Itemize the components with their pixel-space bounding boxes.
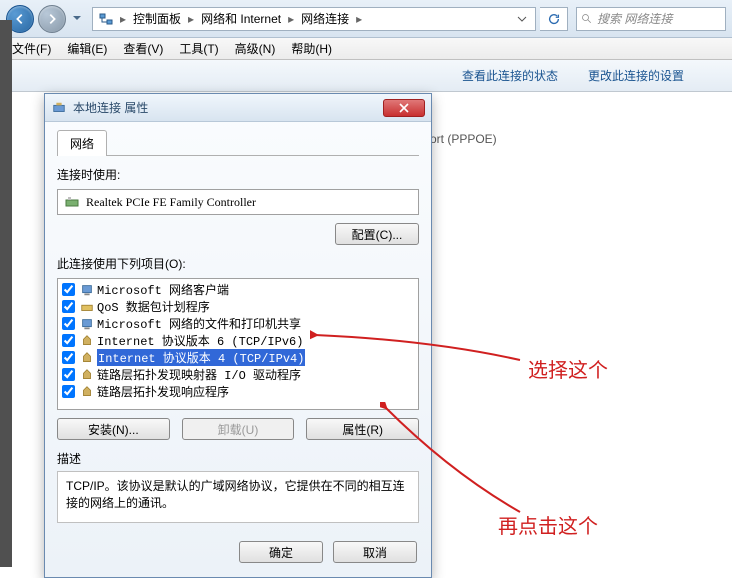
list-checkbox[interactable]: [62, 283, 75, 296]
list-item[interactable]: Internet 协议版本 4 (TCP/IPv4): [58, 349, 418, 366]
close-button[interactable]: [383, 99, 425, 117]
menu-tools[interactable]: 工具(T): [171, 38, 226, 59]
breadcrumb-segment[interactable]: 控制面板: [129, 8, 185, 30]
search-input[interactable]: 搜索 网络连接: [576, 7, 726, 31]
refresh-button[interactable]: [540, 7, 568, 31]
list-item[interactable]: Microsoft 网络客户端: [58, 281, 418, 298]
adapter-field: Realtek PCIe FE Family Controller: [57, 189, 419, 215]
protocol-icon: [79, 299, 94, 314]
toolbar-change-settings[interactable]: 更改此连接的设置: [588, 67, 684, 84]
chevron-right-icon: ▸: [285, 12, 297, 26]
list-checkbox[interactable]: [62, 385, 75, 398]
annotation-select: 选择这个: [528, 354, 608, 383]
list-checkbox[interactable]: [62, 351, 75, 364]
description-label: 描述: [57, 450, 419, 467]
menubar: 文件(F) 编辑(E) 查看(V) 工具(T) 高级(N) 帮助(H): [0, 38, 732, 60]
adapter-icon: [64, 194, 80, 210]
properties-button[interactable]: 属性(R): [306, 418, 419, 440]
connection-properties-dialog: 本地连接 属性 网络 连接时使用: Realtek PCIe FE Family…: [44, 93, 432, 578]
menu-help[interactable]: 帮助(H): [283, 38, 340, 59]
annotation-click: 再点击这个: [498, 510, 598, 539]
chevron-right-icon: ▸: [185, 12, 197, 26]
chevron-right-icon: ▸: [353, 12, 365, 26]
protocol-icon: [79, 333, 94, 348]
list-item-label: QoS 数据包计划程序: [97, 298, 210, 315]
network-icon: [97, 10, 115, 28]
protocol-icon: [79, 282, 94, 297]
list-item-label: Internet 协议版本 4 (TCP/IPv4): [97, 349, 305, 366]
list-item-label: 链路层拓扑发现映射器 I/O 驱动程序: [97, 366, 301, 383]
protocol-icon: [79, 316, 94, 331]
list-checkbox[interactable]: [62, 334, 75, 347]
network-adapter-icon: [51, 100, 67, 116]
connect-using-label: 连接时使用:: [57, 166, 419, 183]
dialog-titlebar[interactable]: 本地连接 属性: [45, 94, 431, 122]
items-label: 此连接使用下列项目(O):: [57, 255, 419, 272]
protocol-icon: [79, 350, 94, 365]
list-item[interactable]: 链路层拓扑发现响应程序: [58, 383, 418, 400]
uninstall-button: 卸载(U): [182, 418, 295, 440]
menu-advanced[interactable]: 高级(N): [227, 38, 284, 59]
description-text: TCP/IP。该协议是默认的广域网络协议，它提供在不同的相互连接的网络上的通讯。: [57, 471, 419, 523]
protocol-icon: [79, 367, 94, 382]
list-checkbox[interactable]: [62, 300, 75, 313]
menu-edit[interactable]: 编辑(E): [59, 38, 115, 59]
list-item[interactable]: Microsoft 网络的文件和打印机共享: [58, 315, 418, 332]
menu-file[interactable]: 文件(F): [4, 38, 59, 59]
list-item-label: Internet 协议版本 6 (TCP/IPv6): [97, 332, 303, 349]
list-checkbox[interactable]: [62, 368, 75, 381]
menu-view[interactable]: 查看(V): [115, 38, 171, 59]
breadcrumb-segment[interactable]: 网络连接: [297, 8, 353, 30]
tab-strip: 网络: [57, 130, 419, 156]
ok-button[interactable]: 确定: [239, 541, 323, 563]
list-item[interactable]: 链路层拓扑发现映射器 I/O 驱动程序: [58, 366, 418, 383]
chevron-right-icon: ▸: [117, 12, 129, 26]
list-item-label: Microsoft 网络的文件和打印机共享: [97, 315, 301, 332]
toolbar-view-status[interactable]: 查看此连接的状态: [462, 67, 558, 84]
toolbar: 查看此连接的状态 更改此连接的设置: [0, 60, 732, 92]
nav-history-dropdown[interactable]: [70, 5, 84, 33]
explorer-nav-bar: ▸ 控制面板 ▸ 网络和 Internet ▸ 网络连接 ▸ 搜索 网络连接: [0, 0, 732, 38]
configure-button[interactable]: 配置(C)...: [335, 223, 419, 245]
chevron-down-icon[interactable]: [513, 10, 531, 28]
breadcrumb-segment[interactable]: 网络和 Internet: [197, 8, 285, 30]
cancel-button[interactable]: 取消: [333, 541, 417, 563]
list-checkbox[interactable]: [62, 317, 75, 330]
search-placeholder: 搜索 网络连接: [597, 10, 672, 27]
list-item[interactable]: Internet 协议版本 6 (TCP/IPv6): [58, 332, 418, 349]
tab-network[interactable]: 网络: [57, 130, 107, 156]
pppoe-label: ort (PPPOE): [430, 132, 497, 146]
list-item-label: Microsoft 网络客户端: [97, 281, 229, 298]
forward-button[interactable]: [38, 5, 66, 33]
list-item-label: 链路层拓扑发现响应程序: [97, 383, 229, 400]
list-item[interactable]: QoS 数据包计划程序: [58, 298, 418, 315]
dialog-title: 本地连接 属性: [73, 99, 383, 116]
protocol-icon: [79, 384, 94, 399]
breadcrumb[interactable]: ▸ 控制面板 ▸ 网络和 Internet ▸ 网络连接 ▸: [92, 7, 536, 31]
adapter-name: Realtek PCIe FE Family Controller: [86, 195, 256, 210]
install-button[interactable]: 安装(N)...: [57, 418, 170, 440]
protocol-list[interactable]: Microsoft 网络客户端QoS 数据包计划程序Microsoft 网络的文…: [57, 278, 419, 410]
